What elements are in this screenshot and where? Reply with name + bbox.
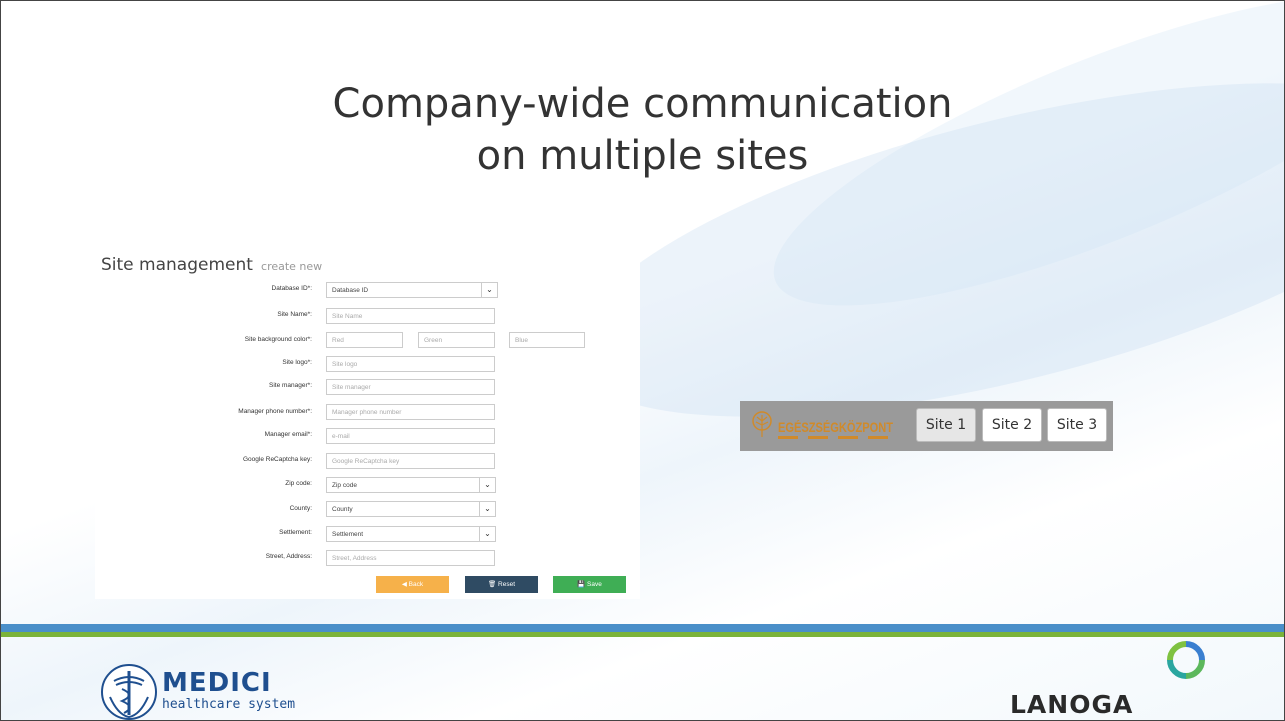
county-value: County (332, 506, 353, 513)
recaptcha-label: Google ReCaptcha key: (242, 456, 312, 463)
manager-phone-label: Manager phone number*: (238, 408, 312, 415)
manager-phone-input[interactable]: Manager phone number (326, 404, 495, 420)
title-line-2: on multiple sites (476, 133, 809, 179)
panel-title-sub: create new (261, 260, 323, 273)
medici-wordmark: MEDICI (162, 668, 272, 698)
chevron-down-icon: ⌄ (481, 283, 497, 297)
reset-button[interactable]: 🗑 Reset (465, 576, 538, 593)
medici-tagline: healthcare system (162, 697, 296, 712)
brand-logo: EGÉSZSÉGKÖZPONT (750, 411, 898, 444)
red-input[interactable]: Red (326, 332, 403, 348)
save-button[interactable]: 💾 Save (553, 576, 626, 593)
footer-rule-green (0, 632, 1285, 637)
green-input[interactable]: Green (418, 332, 495, 348)
county-label: County: (289, 505, 312, 512)
database-id-select[interactable]: Database ID ⌄ (326, 282, 498, 298)
site-name-input[interactable]: Site Name (326, 308, 495, 324)
site-logo-input[interactable]: Site logo (326, 356, 495, 372)
settlement-label: Settlement: (279, 529, 312, 536)
site-logo-label: Site logo*: (282, 359, 312, 366)
medici-logo: MEDICI healthcare system (100, 663, 295, 721)
footer-rule-blue (0, 624, 1285, 632)
database-id-value: Database ID (332, 287, 369, 294)
lanoga-swirl-icon (1167, 641, 1205, 679)
brand-name: EGÉSZSÉGKÖZPONT (778, 420, 894, 435)
slide-title: Company-wide communication on multiple s… (250, 78, 1035, 182)
back-button[interactable]: ◀ Back (376, 576, 449, 593)
tree-icon (752, 411, 772, 437)
site-switcher-bar: EGÉSZSÉGKÖZPONT Site 1 Site 2 Site 3 (740, 401, 1113, 451)
chevron-down-icon: ⌄ (479, 478, 495, 492)
background-color-label: Site background color*: (244, 336, 312, 343)
zip-code-label: Zip code: (285, 480, 312, 487)
site-1-button[interactable]: Site 1 (916, 408, 976, 442)
settlement-select[interactable]: Settlement ⌄ (326, 526, 496, 542)
database-id-label: Database ID*: (271, 285, 312, 292)
site-management-panel: Site management create new Database ID*:… (95, 247, 640, 599)
site-manager-label: Site manager*: (269, 382, 312, 389)
caduceus-icon (101, 664, 157, 720)
panel-title: Site management create new (101, 255, 322, 275)
manager-email-input[interactable]: e-mail (326, 428, 495, 444)
zip-code-select[interactable]: Zip code ⌄ (326, 477, 496, 493)
title-line-1: Company-wide communication (332, 81, 953, 127)
zip-code-value: Zip code (332, 482, 357, 489)
lanoga-wordmark: LANOGA (1010, 690, 1134, 719)
manager-email-label: Manager email*: (264, 431, 312, 438)
recaptcha-input[interactable]: Google ReCaptcha key (326, 453, 495, 469)
street-address-label: Street, Address: (265, 553, 312, 560)
chevron-down-icon: ⌄ (479, 502, 495, 516)
blue-input[interactable]: Blue (509, 332, 585, 348)
panel-title-main: Site management (101, 255, 253, 275)
brand-tagline-bar (778, 436, 898, 439)
site-manager-input[interactable]: Site manager (326, 379, 495, 395)
county-select[interactable]: County ⌄ (326, 501, 496, 517)
site-name-label: Site Name*: (277, 311, 312, 318)
chevron-down-icon: ⌄ (479, 527, 495, 541)
settlement-value: Settlement (332, 531, 364, 538)
site-2-button[interactable]: Site 2 (982, 408, 1042, 442)
site-3-button[interactable]: Site 3 (1047, 408, 1107, 442)
slide: Company-wide communication on multiple s… (0, 0, 1285, 721)
street-address-input[interactable]: Street, Address (326, 550, 495, 566)
